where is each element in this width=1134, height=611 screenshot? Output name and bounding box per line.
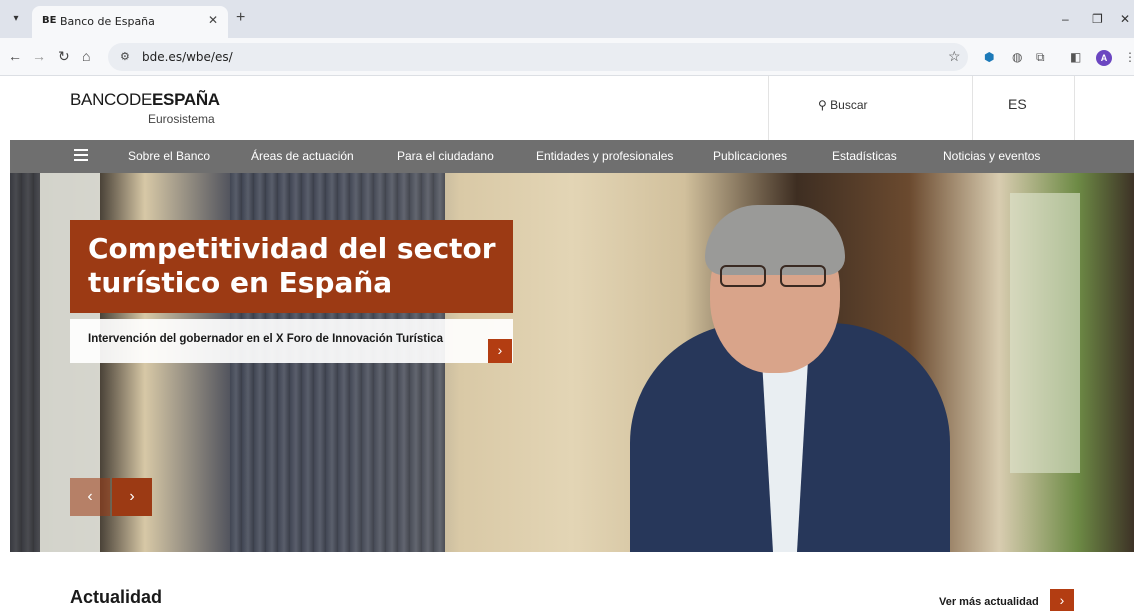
- header-divider: [1074, 76, 1075, 140]
- search-label: Buscar: [830, 98, 868, 112]
- carousel-next-button[interactable]: ›: [112, 478, 152, 516]
- tab-title: Banco de España: [60, 15, 155, 28]
- minimize-icon[interactable]: –: [1062, 13, 1069, 25]
- language-label: ES: [1008, 96, 1027, 112]
- extension-2-icon[interactable]: ◍: [1012, 50, 1022, 64]
- hero-photo-window: [1010, 193, 1080, 473]
- carousel-prev-button[interactable]: ‹: [70, 478, 110, 516]
- browser-toolbar: ← → ↻ ⌂ ⚙ bde.es/wbe/es/ ☆ ⬢ ◍ ⧉ ◧ A ⋮: [0, 38, 1134, 76]
- extension-icon[interactable]: ⬢: [984, 50, 994, 64]
- close-tab-icon[interactable]: ✕: [208, 13, 218, 27]
- browser-tab[interactable]: BE Banco de España ✕: [32, 6, 228, 38]
- restore-icon[interactable]: ❐: [1092, 13, 1103, 25]
- nav-entidades-y-profesionales[interactable]: Entidades y profesionales: [536, 149, 673, 163]
- search-button[interactable]: ⚲ Buscar: [818, 98, 868, 112]
- ver-mas-actualidad-link[interactable]: Ver más actualidad: [939, 596, 1039, 608]
- close-window-icon[interactable]: ✕: [1120, 13, 1130, 25]
- hero-carousel: Competitividad del sector turístico en E…: [10, 173, 1134, 552]
- site-info-icon[interactable]: ⚙: [120, 50, 130, 63]
- hero-link-arrow-icon[interactable]: ›: [488, 339, 512, 363]
- new-tab-icon[interactable]: +: [236, 10, 245, 26]
- logo-banco: BANCO: [70, 90, 129, 109]
- forward-icon[interactable]: →: [32, 49, 46, 63]
- logo-de: DE: [128, 90, 152, 109]
- browser-menu-icon[interactable]: ⋮: [1124, 50, 1134, 64]
- profile-avatar[interactable]: A: [1096, 50, 1112, 66]
- search-icon: ⚲: [818, 98, 827, 112]
- hero-title: Competitividad del sector turístico en E…: [88, 232, 496, 299]
- hero-photo-curtain: [10, 173, 40, 552]
- nav-areas-de-actuacion[interactable]: Áreas de actuación: [251, 149, 354, 163]
- nav-para-el-ciudadano[interactable]: Para el ciudadano: [397, 149, 494, 163]
- site-header: BANCODEESPAÑA Eurosistema ⚲ Buscar ES: [0, 76, 1134, 140]
- nav-noticias-y-eventos[interactable]: Noticias y eventos: [943, 149, 1040, 163]
- logo-espana: ESPAÑA: [152, 90, 220, 109]
- hero-photo-glasses: [720, 265, 830, 287]
- back-icon[interactable]: ←: [8, 49, 22, 63]
- side-panel-icon[interactable]: ◧: [1070, 50, 1081, 64]
- address-bar[interactable]: ⚙ bde.es/wbe/es/ ☆: [108, 43, 968, 71]
- hero-subtitle-box[interactable]: Intervención del gobernador en el X Foro…: [70, 319, 513, 363]
- site-logo[interactable]: BANCODEESPAÑA: [70, 90, 220, 110]
- tab-search-icon[interactable]: ▾: [6, 9, 26, 29]
- bookmark-star-icon[interactable]: ☆: [948, 48, 961, 65]
- header-divider: [972, 76, 973, 140]
- nav-sobre-el-banco[interactable]: Sobre el Banco: [128, 149, 210, 163]
- header-divider: [768, 76, 769, 140]
- home-icon[interactable]: ⌂: [82, 49, 90, 63]
- hero-subtitle: Intervención del gobernador en el X Foro…: [88, 333, 444, 345]
- url-text: bde.es/wbe/es/: [142, 50, 233, 64]
- main-navigation: Sobre el Banco Áreas de actuación Para e…: [10, 140, 1134, 173]
- hamburger-menu-icon[interactable]: [74, 149, 88, 161]
- nav-estadisticas[interactable]: Estadísticas: [832, 149, 897, 163]
- favicon-icon: BE: [42, 15, 57, 26]
- language-selector[interactable]: ES: [1008, 96, 1027, 112]
- extensions-puzzle-icon[interactable]: ⧉: [1036, 50, 1045, 64]
- nav-publicaciones[interactable]: Publicaciones: [713, 149, 787, 163]
- logo-subtitle: Eurosistema: [148, 112, 215, 126]
- section-title-actualidad: Actualidad: [70, 587, 163, 607]
- browser-tab-bar: ▾ BE Banco de España ✕ + – ❐ ✕: [0, 0, 1134, 38]
- reload-icon[interactable]: ↻: [58, 49, 70, 63]
- ver-mas-arrow-icon[interactable]: ›: [1050, 589, 1074, 611]
- hero-title-box: Competitividad del sector turístico en E…: [70, 220, 513, 313]
